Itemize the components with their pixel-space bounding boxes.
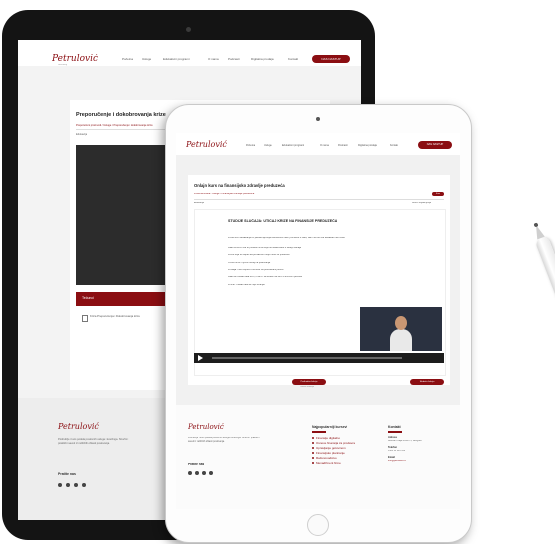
footer-course-link[interactable]: Menadžment firme <box>312 462 341 466</box>
social-icon[interactable] <box>202 471 206 475</box>
site-logo[interactable]: Petrulović <box>186 140 227 150</box>
camera-icon <box>186 27 191 32</box>
stylus-pencil <box>532 222 555 536</box>
file-icon <box>82 315 88 322</box>
email-value[interactable]: info@petrulovic.rs <box>388 460 406 463</box>
home-button[interactable] <box>307 514 329 536</box>
footer-courses-title: Najpopularniji kursevi <box>312 425 348 429</box>
footer-course-link[interactable]: Računovodstvo <box>312 457 337 461</box>
phone-label: Telefon <box>388 446 398 449</box>
nav-home[interactable]: Početna <box>246 144 255 147</box>
nav-services[interactable]: Usluge <box>142 58 151 62</box>
slide-heading: STUDIJE SLUČAJA: UTICAJ KRIZE NA FINANSI… <box>228 219 338 223</box>
divider <box>194 199 444 200</box>
site-logo-sub: consulting <box>58 64 68 66</box>
nav-programs[interactable]: Edukativni programi <box>282 144 304 147</box>
phone-value[interactable]: +381 11 123 456 <box>388 450 405 453</box>
footer-logo: Petrulović <box>188 423 224 431</box>
meta-right: Autori objašnjenja <box>412 202 432 204</box>
email-label: Email <box>388 456 395 459</box>
front-tablet-screen: Petrulović Početna Usluge Edukativni pro… <box>176 133 460 509</box>
lesson-item[interactable]: Kriza Preporučenja i Dokobrovanja krize <box>90 315 140 318</box>
nav-podcasts[interactable]: Podcasti <box>228 58 240 62</box>
footer-course-link[interactable]: Finansijsko planiranje <box>312 452 345 456</box>
front-tablet: Petrulović Početna Usluge Edukativni pro… <box>165 104 472 543</box>
footer-course-link[interactable]: Upravljanje gotovinom <box>312 447 346 451</box>
footer-accent <box>312 431 326 433</box>
nav-podcasts[interactable]: Podcasti <box>338 144 348 147</box>
prev-lesson-sub: Osnovi finansija <box>300 386 315 388</box>
play-icon[interactable] <box>198 355 203 361</box>
footer-contact-title: Kontakt <box>388 425 401 429</box>
nav-about[interactable]: O nama <box>320 144 329 147</box>
nav-digital[interactable]: Digitalna prodaja <box>358 144 377 147</box>
social-icon[interactable] <box>209 471 213 475</box>
nav-home[interactable]: Početna <box>122 58 133 62</box>
footer-about: Podruščje i kurs podela poslovnih usluga… <box>58 438 129 445</box>
social-icon[interactable] <box>74 483 78 487</box>
nav-contact[interactable]: Kontakt <box>390 144 398 147</box>
breadcrumb[interactable]: Preporučeni proizvodi / Usluge / Preporu… <box>76 124 176 127</box>
footer-course-link[interactable]: Finansije digitalno <box>312 437 340 441</box>
nav-digital[interactable]: Digitalna prodaja <box>251 58 274 62</box>
nav-about[interactable]: O nama <box>208 58 219 62</box>
footer-about: Podruščje i kurs podela poslovnih usluga… <box>188 437 260 443</box>
social-icon[interactable] <box>188 471 192 475</box>
slide-bullet: Firme koje su uspeli da prevaziđu i koje… <box>228 254 290 256</box>
nav-programs[interactable]: Edukativni programi <box>163 58 190 62</box>
presenter-figure <box>390 329 412 351</box>
progress-track[interactable] <box>212 357 402 359</box>
page-title: Preporučenje i dokobrovanja krize <box>76 112 166 118</box>
footer-follow: Pratite nas <box>188 463 205 466</box>
slide-bullet: Uzroci krize i njihov uticaj na poslovan… <box>228 262 271 264</box>
course-badge: Kurs <box>432 192 444 196</box>
footer-course-link[interactable]: Osnove finansija za prodavce <box>312 442 355 446</box>
cta-button[interactable]: NAS NASTUP <box>418 141 452 149</box>
footer-follow: Pratite nas <box>58 472 76 476</box>
social-icon[interactable] <box>66 483 70 487</box>
nav-services[interactable]: Usluge <box>264 144 272 147</box>
presenter-video[interactable] <box>360 307 442 351</box>
lessons-label: Tečunci <box>82 296 94 300</box>
prev-lesson-button[interactable]: Prethodna lekcija <box>292 379 326 385</box>
slide-bullet: Prodaja i nivo ispred u odnosu na posmat… <box>228 269 284 271</box>
next-lesson-button[interactable]: Sledeća lekcija <box>410 379 444 385</box>
page-title: Onlajn kurs na finansijsko zdravlje pred… <box>194 183 285 188</box>
social-icon[interactable] <box>195 471 199 475</box>
social-icon[interactable] <box>58 483 62 487</box>
social-icon[interactable] <box>82 483 86 487</box>
slide-bullet: Kako se trošak rada od 1,5 na 2 i sa str… <box>228 276 303 278</box>
slide-bullet: Pored svih dešavanja uz pandemiju koja i… <box>228 237 345 239</box>
address-value: Bulevar Kralja Petra I 1, Beograd <box>388 440 422 442</box>
meta-left: Edukacija <box>194 202 205 204</box>
presenter-head <box>395 316 407 330</box>
cta-button[interactable]: NAS NASTUP <box>312 55 350 63</box>
address-label: Adresa <box>388 436 397 439</box>
camera-icon <box>316 117 320 121</box>
breadcrumb[interactable]: Početna strana / Usluge / Finansijsko zd… <box>194 193 314 196</box>
footer-accent <box>388 431 402 433</box>
footer-logo: Petrulović <box>58 422 99 431</box>
slide-bullet: Kako su kroz sve to prolazili firme koje… <box>228 247 301 249</box>
slide-bullet: Primer: trošak rada se nije smanjio <box>228 284 265 286</box>
meta-label: Edukacija <box>76 133 88 136</box>
nav-contact[interactable]: Kontakt <box>288 58 298 62</box>
